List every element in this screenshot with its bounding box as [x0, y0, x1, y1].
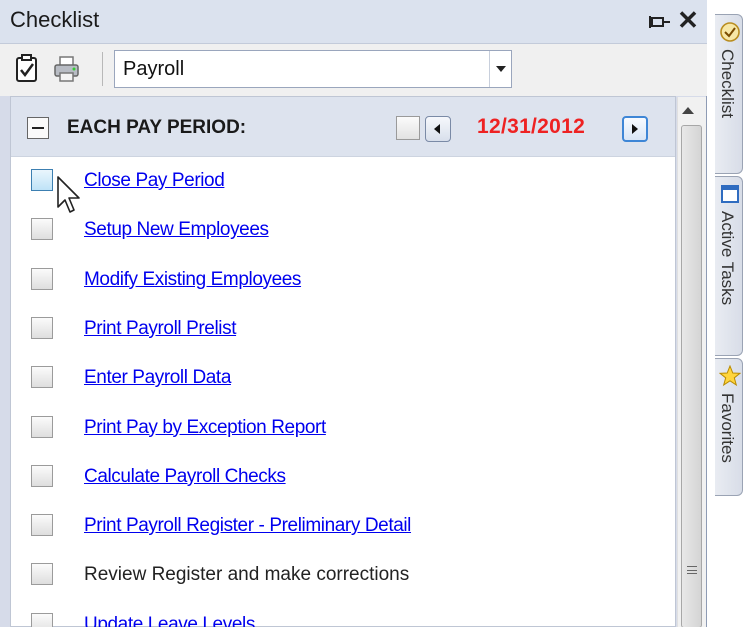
- pin-icon[interactable]: [648, 11, 672, 33]
- item-link[interactable]: Enter Payroll Data: [84, 367, 231, 389]
- item-link[interactable]: Print Payroll Prelist: [84, 318, 236, 340]
- panel-title: Checklist: [10, 7, 100, 32]
- checklist-select[interactable]: Payroll: [114, 50, 512, 88]
- vertical-scrollbar[interactable]: [677, 97, 706, 627]
- tab-favorites[interactable]: Favorites: [715, 358, 743, 496]
- item-checkbox[interactable]: [31, 218, 53, 241]
- tab-favorites-label: Favorites: [718, 393, 737, 463]
- checklist-select-value: Payroll: [123, 58, 185, 80]
- checklist-icon[interactable]: [14, 54, 40, 84]
- section-header: EACH PAY PERIOD: 12/31/2012: [11, 97, 675, 157]
- scroll-thumb[interactable]: [681, 125, 702, 627]
- checklist-item: Close Pay Period: [11, 161, 671, 201]
- checklist-item: Setup New Employees: [11, 210, 671, 250]
- title-bar: Checklist ✕: [0, 0, 707, 44]
- period-checkbox[interactable]: [396, 116, 420, 140]
- scroll-up-arrow-icon[interactable]: [682, 107, 694, 114]
- checklist-item: Print Pay by Exception Report: [11, 408, 671, 448]
- checklist-item: Review Register and make corrections: [11, 555, 671, 595]
- collapse-button[interactable]: [27, 117, 49, 139]
- item-link[interactable]: Setup New Employees: [84, 219, 269, 241]
- star-icon: [718, 364, 742, 387]
- item-link[interactable]: Close Pay Period: [84, 170, 225, 192]
- checklist-item: Calculate Payroll Checks: [11, 457, 671, 497]
- tab-checklist[interactable]: Checklist: [715, 14, 743, 174]
- item-checkbox[interactable]: [31, 169, 53, 191]
- item-checkbox[interactable]: [31, 316, 53, 339]
- tab-checklist-label: Checklist: [718, 49, 737, 118]
- side-tab-strip: Checklist Active Tasks Favorites: [708, 0, 745, 627]
- item-label: Review Register and make corrections: [84, 564, 410, 586]
- checklist-item: Print Payroll Register - Preliminary Det…: [11, 506, 671, 546]
- checklist-item: Enter Payroll Data: [11, 358, 671, 398]
- toolbar-separator: [102, 52, 103, 86]
- tab-active-tasks[interactable]: Active Tasks: [715, 176, 743, 356]
- item-checkbox[interactable]: [31, 514, 53, 537]
- toolbar: Payroll: [0, 44, 707, 96]
- item-checkbox[interactable]: [31, 366, 53, 389]
- mouse-cursor-icon: [56, 175, 82, 217]
- tasks-tab-icon: [719, 183, 741, 205]
- item-link[interactable]: Update Leave Levels: [84, 614, 255, 627]
- checklist-tab-icon: [719, 21, 741, 43]
- scroll-grip-icon: [687, 566, 697, 574]
- item-checkbox[interactable]: [31, 415, 53, 438]
- close-icon[interactable]: ✕: [676, 6, 700, 34]
- section-title: EACH PAY PERIOD:: [67, 117, 247, 138]
- item-link[interactable]: Calculate Payroll Checks: [84, 466, 286, 488]
- chevron-down-icon[interactable]: [489, 51, 511, 87]
- checklist-panel: Checklist ✕ Payroll EACH PAY PERIOD: 12/…: [0, 0, 707, 627]
- item-checkbox[interactable]: [31, 267, 53, 290]
- checklist-item: Update Leave Levels: [11, 605, 671, 627]
- item-link[interactable]: Print Pay by Exception Report: [84, 417, 326, 439]
- checklist-content: EACH PAY PERIOD: 12/31/2012 Close Pay Pe…: [10, 96, 706, 627]
- checklist-item: Print Payroll Prelist: [11, 309, 671, 349]
- next-period-button[interactable]: [622, 116, 648, 142]
- item-link[interactable]: Modify Existing Employees: [84, 269, 301, 291]
- period-date: 12/31/2012: [477, 115, 586, 138]
- item-link[interactable]: Print Payroll Register - Preliminary Det…: [84, 515, 411, 537]
- item-checkbox[interactable]: [31, 612, 53, 627]
- tab-active-tasks-label: Active Tasks: [718, 211, 737, 306]
- previous-period-button[interactable]: [425, 116, 451, 142]
- item-checkbox[interactable]: [31, 464, 53, 487]
- printer-icon[interactable]: [52, 54, 82, 84]
- item-checkbox[interactable]: [31, 563, 53, 586]
- checklist-item: Modify Existing Employees: [11, 260, 671, 300]
